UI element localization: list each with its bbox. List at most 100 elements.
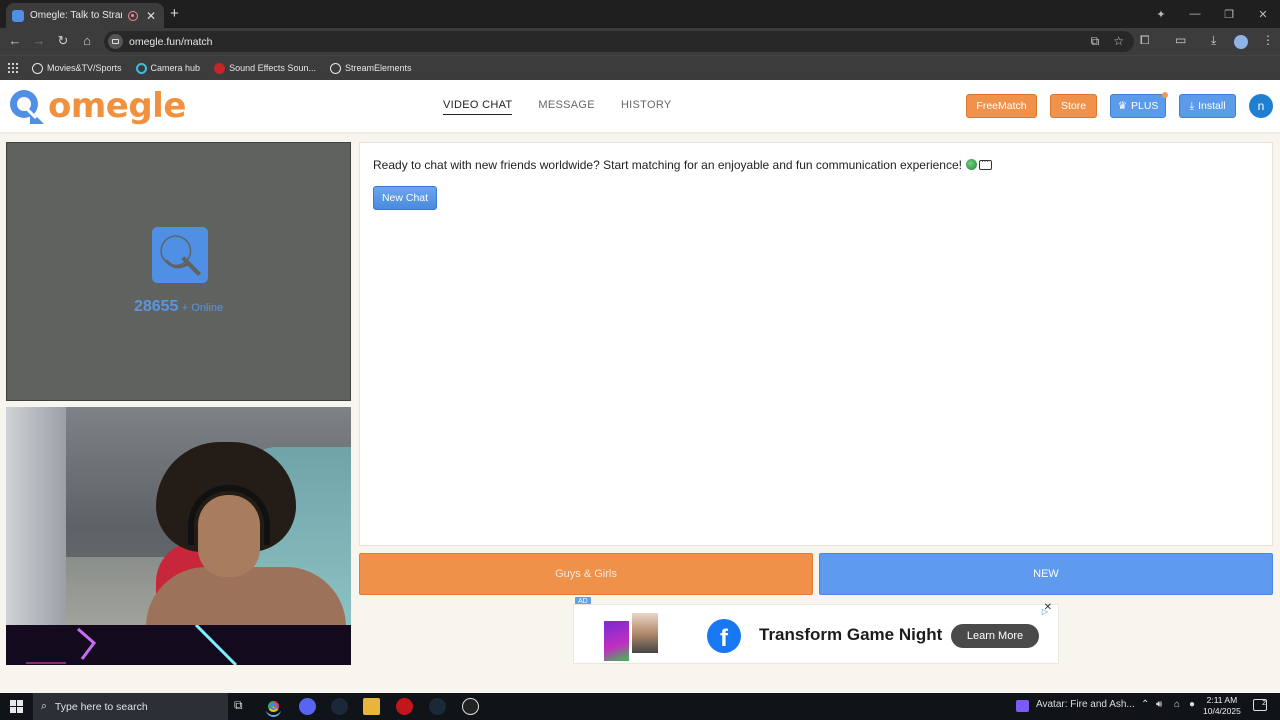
ad-learn-more-button[interactable]: Learn More bbox=[951, 624, 1039, 648]
obs-red-icon[interactable] bbox=[396, 698, 413, 715]
omegle-favicon-icon bbox=[12, 9, 24, 22]
address-bar[interactable]: omegle.fun/match ⧉ ☆ bbox=[104, 31, 1134, 52]
bookmark-label: StreamElements bbox=[344, 63, 412, 73]
chrome-icon[interactable] bbox=[265, 698, 282, 715]
bookmark-label: Movies&TV/Sports bbox=[47, 63, 122, 73]
windows-start-icon[interactable] bbox=[10, 700, 23, 713]
store-label: Store bbox=[1060, 100, 1087, 112]
apps-grid-icon[interactable] bbox=[8, 63, 18, 73]
network-icon[interactable]: ⌂ bbox=[1174, 699, 1180, 710]
omegle-placeholder-icon bbox=[152, 227, 208, 283]
discord-icon[interactable] bbox=[299, 698, 316, 715]
back-icon[interactable]: ← bbox=[8, 34, 22, 48]
install-app-icon[interactable]: ⧉ bbox=[1091, 34, 1100, 49]
new-match-button[interactable]: NEW bbox=[819, 553, 1273, 595]
play-icon bbox=[32, 62, 43, 74]
reload-icon[interactable]: ↻ bbox=[56, 34, 70, 48]
site-info-icon[interactable] bbox=[108, 34, 123, 49]
bookmark-label: Sound Effects Soun... bbox=[229, 63, 316, 73]
install-icon: ⤓ bbox=[1189, 99, 1195, 112]
file-explorer-icon[interactable] bbox=[363, 698, 380, 715]
profile-avatar-icon[interactable] bbox=[1234, 35, 1248, 49]
nav-video-chat[interactable]: VIDEO CHAT bbox=[443, 99, 513, 115]
install-label: Install bbox=[1198, 100, 1226, 112]
menu-icon[interactable]: ⋮ bbox=[1262, 33, 1274, 47]
notification-center-icon[interactable]: 2 bbox=[1253, 699, 1267, 711]
clock-date: 10/4/2025 bbox=[1203, 706, 1241, 716]
facebook-logo-icon: f bbox=[707, 619, 741, 653]
bookmark-streamelements[interactable]: StreamElements bbox=[329, 62, 412, 74]
volume-icon[interactable]: 🔊︎ bbox=[1156, 699, 1162, 710]
self-webcam-feed bbox=[6, 407, 351, 665]
omegle-logo-icon bbox=[10, 90, 44, 124]
steam-alt-icon[interactable] bbox=[429, 698, 446, 715]
url-text[interactable]: omegle.fun/match bbox=[129, 36, 212, 48]
forward-icon[interactable]: → bbox=[32, 34, 46, 48]
nav-message[interactable]: MESSAGE bbox=[538, 99, 595, 115]
site-header: omegle VIDEO CHAT MESSAGE HISTORY FreeMa… bbox=[0, 80, 1280, 132]
plus-label: PLUS bbox=[1130, 100, 1159, 112]
windows-taskbar: ⌕ Type here to search ⧉ Avatar: Fire and… bbox=[0, 693, 1280, 720]
ad-person-image bbox=[632, 613, 658, 653]
streamelements-icon bbox=[329, 62, 341, 74]
free-match-button[interactable]: FreeMatch bbox=[966, 94, 1037, 118]
restore-icon[interactable]: ❐ bbox=[1212, 8, 1246, 21]
user-avatar[interactable]: n bbox=[1249, 94, 1273, 118]
new-tab-button[interactable]: + bbox=[170, 5, 184, 22]
steam-icon[interactable] bbox=[331, 698, 348, 715]
task-view-icon[interactable]: ⧉ bbox=[234, 698, 243, 713]
home-icon[interactable]: ⌂ bbox=[80, 34, 94, 48]
install-button[interactable]: ⤓ Install bbox=[1179, 94, 1236, 118]
bookmarks-bar: Movies&TV/Sports Camera hub Sound Effect… bbox=[0, 55, 1280, 80]
obs-icon[interactable] bbox=[462, 698, 479, 715]
main-nav: VIDEO CHAT MESSAGE HISTORY bbox=[443, 99, 672, 115]
ad-banner[interactable]: ✕ ▷ f Transform Game Night Learn More bbox=[573, 602, 1059, 664]
tray-overflow-icon[interactable]: ⌃ bbox=[1141, 699, 1149, 710]
tab-title: Omegle: Talk to Strangers o bbox=[30, 10, 122, 21]
browser-tab-strip: Omegle: Talk to Strangers o ✕ + ✦ — ❐ ✕ bbox=[0, 0, 1280, 28]
online-count: 28655 bbox=[133, 298, 179, 315]
globe-icon bbox=[966, 159, 977, 170]
stranger-video-panel: 28655 + Online bbox=[6, 142, 351, 401]
media-title[interactable]: Avatar: Fire and Ash... bbox=[1036, 699, 1135, 710]
gemini-icon[interactable]: ✦ bbox=[1144, 8, 1178, 21]
bookmark-sound-effects[interactable]: Sound Effects Soun... bbox=[214, 62, 316, 74]
downloads-icon[interactable]: ⤓ bbox=[1211, 33, 1216, 48]
plus-button[interactable]: ♛ PLUS bbox=[1110, 92, 1168, 118]
gender-filter-button[interactable]: Guys & Girls bbox=[359, 553, 813, 595]
ad-headline: Transform Game Night bbox=[759, 625, 943, 644]
search-placeholder: Type here to search bbox=[54, 700, 148, 713]
crown-icon: ♛ bbox=[1117, 100, 1127, 112]
media-control-icon[interactable]: ▭ bbox=[1175, 33, 1186, 47]
omegle-logo[interactable]: omegle bbox=[6, 86, 186, 126]
neon-overlay bbox=[6, 623, 351, 665]
clock[interactable]: 2:11 AM 10/4/2025 bbox=[1203, 695, 1241, 717]
minimize-icon[interactable]: — bbox=[1178, 8, 1212, 20]
media-app-icon[interactable] bbox=[1016, 700, 1029, 712]
new-chat-button[interactable]: New Chat bbox=[373, 186, 437, 210]
nav-history[interactable]: HISTORY bbox=[621, 99, 672, 115]
browser-toolbar: ← → ↻ ⌂ omegle.fun/match ⧉ ☆ ⧠ ▭ ⤓ ⋮ bbox=[0, 28, 1280, 55]
logo-text: omegle bbox=[48, 86, 186, 126]
close-window-icon[interactable]: ✕ bbox=[1246, 8, 1280, 21]
bookmark-camera-hub[interactable]: Camera hub bbox=[135, 62, 200, 74]
ad-choices-icon[interactable]: ▷ bbox=[1042, 607, 1048, 616]
extensions-icon[interactable]: ⧠ bbox=[1140, 33, 1150, 48]
bookmark-star-icon[interactable]: ☆ bbox=[1113, 34, 1124, 49]
notification-dot bbox=[1162, 92, 1168, 98]
recording-indicator-icon bbox=[128, 10, 138, 21]
speech-bubble-icon bbox=[979, 157, 992, 170]
clock-time: 2:11 AM bbox=[1206, 695, 1238, 705]
microphone-icon[interactable]: ● bbox=[1189, 699, 1195, 710]
tab-close-icon[interactable]: ✕ bbox=[144, 9, 158, 23]
chat-area: Ready to chat with new friends worldwide… bbox=[359, 142, 1273, 546]
store-button[interactable]: Store bbox=[1050, 94, 1097, 118]
welcome-text: Ready to chat with new friends worldwide… bbox=[373, 158, 962, 172]
browser-tab[interactable]: Omegle: Talk to Strangers o ✕ bbox=[6, 3, 164, 28]
window-controls: ✦ — ❐ ✕ bbox=[1144, 0, 1280, 28]
sound-effects-icon bbox=[214, 62, 226, 74]
taskbar-search[interactable]: ⌕ Type here to search bbox=[33, 693, 228, 720]
bookmark-movies[interactable]: Movies&TV/Sports bbox=[32, 62, 122, 74]
online-label: + Online bbox=[181, 302, 224, 314]
camera-hub-icon bbox=[135, 62, 147, 74]
